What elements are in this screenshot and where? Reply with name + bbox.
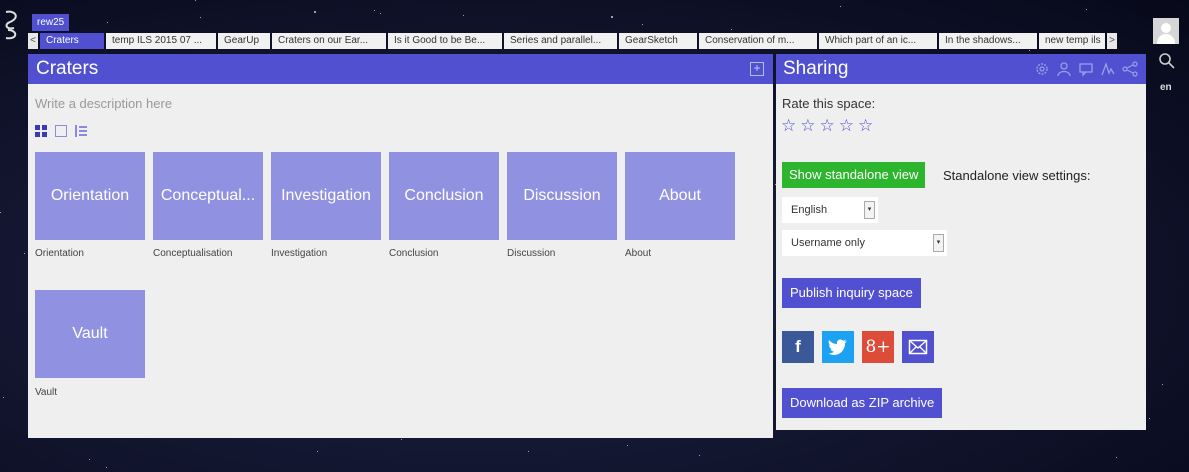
star-dot <box>0 212 1 213</box>
standalone-settings-label: Standalone view settings: <box>943 168 1091 183</box>
star-dot <box>89 459 90 460</box>
star-icon[interactable]: ☆ <box>781 117 796 134</box>
tabs-prev-arrow[interactable]: < <box>28 33 38 49</box>
star-dot <box>611 16 613 18</box>
space-panel: Craters + Write a description here Orien… <box>28 54 773 438</box>
app-logo-icon[interactable] <box>2 8 24 42</box>
star-dot <box>1149 418 1150 419</box>
phase-tile-vault[interactable]: Vault <box>35 290 145 378</box>
tab-new-temp-ils[interactable]: new temp ils <box>1039 33 1105 49</box>
language-select-value: English <box>791 204 828 216</box>
sharing-header: Sharing <box>776 54 1146 84</box>
star-dot <box>107 22 108 23</box>
star-dot <box>627 445 628 446</box>
phase-tile-about[interactable]: About <box>625 152 735 240</box>
search-icon[interactable] <box>1158 52 1176 70</box>
phase-caption: Vault <box>35 387 58 398</box>
phase-tile-investigation[interactable]: Investigation <box>271 152 381 240</box>
star-dot <box>374 10 375 11</box>
tab-craters[interactable]: Craters <box>40 33 104 49</box>
tab-temp-ils[interactable]: temp ILS 2015 07 ... <box>106 33 216 49</box>
star-dot <box>1116 457 1117 458</box>
rate-label: Rate this space: <box>782 96 876 111</box>
phase-caption: Orientation <box>35 248 84 259</box>
identity-select-value: Username only <box>791 237 865 249</box>
email-icon[interactable] <box>902 331 934 363</box>
space-header: Craters + <box>28 54 773 84</box>
space-tabs: < Craters temp ILS 2015 07 ... GearUp Cr… <box>28 33 1117 49</box>
share-icon[interactable] <box>1122 61 1138 77</box>
star-dot <box>1029 50 1030 51</box>
tab-series-parallel[interactable]: Series and parallel... <box>504 33 617 49</box>
phase-tile-conclusion[interactable]: Conclusion <box>389 152 499 240</box>
view-mode-switch <box>35 125 87 137</box>
star-dot <box>731 29 732 30</box>
standalone-view-button[interactable]: Show standalone view <box>782 162 926 188</box>
tab-gearsketch[interactable]: GearSketch <box>619 33 697 49</box>
download-zip-button[interactable]: Download as ZIP archive <box>782 388 943 418</box>
chat-icon[interactable] <box>1078 61 1094 77</box>
tab-gearup[interactable]: GearUp <box>218 33 270 49</box>
description-field[interactable]: Write a description here <box>35 96 172 111</box>
list-view-icon[interactable] <box>75 125 87 137</box>
phase-caption: Conclusion <box>389 248 439 259</box>
tabs-next-arrow[interactable]: > <box>1107 33 1117 49</box>
star-dot <box>195 0 196 1</box>
language-switch[interactable]: en <box>1160 82 1172 93</box>
star-dot <box>200 17 201 18</box>
star-dot <box>463 15 464 16</box>
language-select[interactable]: English ▾ <box>782 197 878 223</box>
star-dot <box>3 397 4 398</box>
publish-button[interactable]: Publish inquiry space <box>782 278 921 308</box>
phase-caption: Conceptualisation <box>153 248 233 259</box>
tab-in-the-shadows[interactable]: In the shadows... <box>939 33 1037 49</box>
phase-tile-orientation[interactable]: Orientation <box>35 152 145 240</box>
chevron-down-icon[interactable]: ▾ <box>864 201 875 219</box>
settings-icon[interactable] <box>1034 61 1050 77</box>
phase-caption: Discussion <box>507 248 556 259</box>
space-title: Craters <box>36 58 99 79</box>
star-icon[interactable]: ☆ <box>858 117 873 134</box>
star-dot <box>401 439 402 440</box>
phase-caption: About <box>625 248 652 259</box>
sharing-panel: Sharing Rate this space: ☆ ☆ ☆ ☆ ☆ Show … <box>776 54 1146 430</box>
phase-caption: Investigation <box>271 248 328 259</box>
star-dot <box>1086 9 1087 10</box>
user-tag[interactable]: rew25 <box>32 14 70 31</box>
facebook-icon[interactable]: f <box>782 331 814 363</box>
star-dot <box>699 455 700 456</box>
single-view-icon[interactable] <box>55 125 67 137</box>
activity-icon[interactable] <box>1100 61 1116 77</box>
members-icon[interactable] <box>1056 61 1072 77</box>
rating-stars: ☆ ☆ ☆ ☆ ☆ <box>781 117 873 134</box>
social-share-buttons: f 8+ <box>782 331 934 363</box>
twitter-icon[interactable] <box>822 331 854 363</box>
google-plus-icon[interactable]: 8+ <box>862 331 894 363</box>
star-dot <box>528 451 529 452</box>
star-icon[interactable]: ☆ <box>839 117 854 134</box>
expand-icon[interactable]: + <box>750 62 764 76</box>
star-icon[interactable]: ☆ <box>800 117 815 134</box>
identity-select[interactable]: Username only ▾ <box>782 230 947 256</box>
star-dot <box>840 6 841 7</box>
tab-conservation[interactable]: Conservation of m... <box>699 33 817 49</box>
star-dot <box>642 24 643 25</box>
chevron-down-icon[interactable]: ▾ <box>933 234 944 252</box>
star-dot <box>380 13 381 14</box>
sharing-title: Sharing <box>783 58 849 79</box>
grid-view-icon[interactable] <box>35 125 47 137</box>
phase-tile-conceptualisation[interactable]: Conceptual... <box>153 152 263 240</box>
tab-which-part[interactable]: Which part of an ic... <box>819 33 937 49</box>
phase-tile-discussion[interactable]: Discussion <box>507 152 617 240</box>
sharing-toolbar <box>1034 61 1138 77</box>
star-icon[interactable]: ☆ <box>820 117 835 134</box>
tab-craters-on-earth[interactable]: Craters on our Ear... <box>272 33 386 49</box>
tab-is-it-good[interactable]: Is it Good to be Be... <box>388 33 502 49</box>
star-dot <box>317 451 318 452</box>
star-dot <box>106 467 107 468</box>
star-dot <box>1162 384 1163 385</box>
user-avatar-icon[interactable] <box>1153 18 1179 44</box>
star-dot <box>24 253 25 254</box>
star-dot <box>314 11 316 13</box>
